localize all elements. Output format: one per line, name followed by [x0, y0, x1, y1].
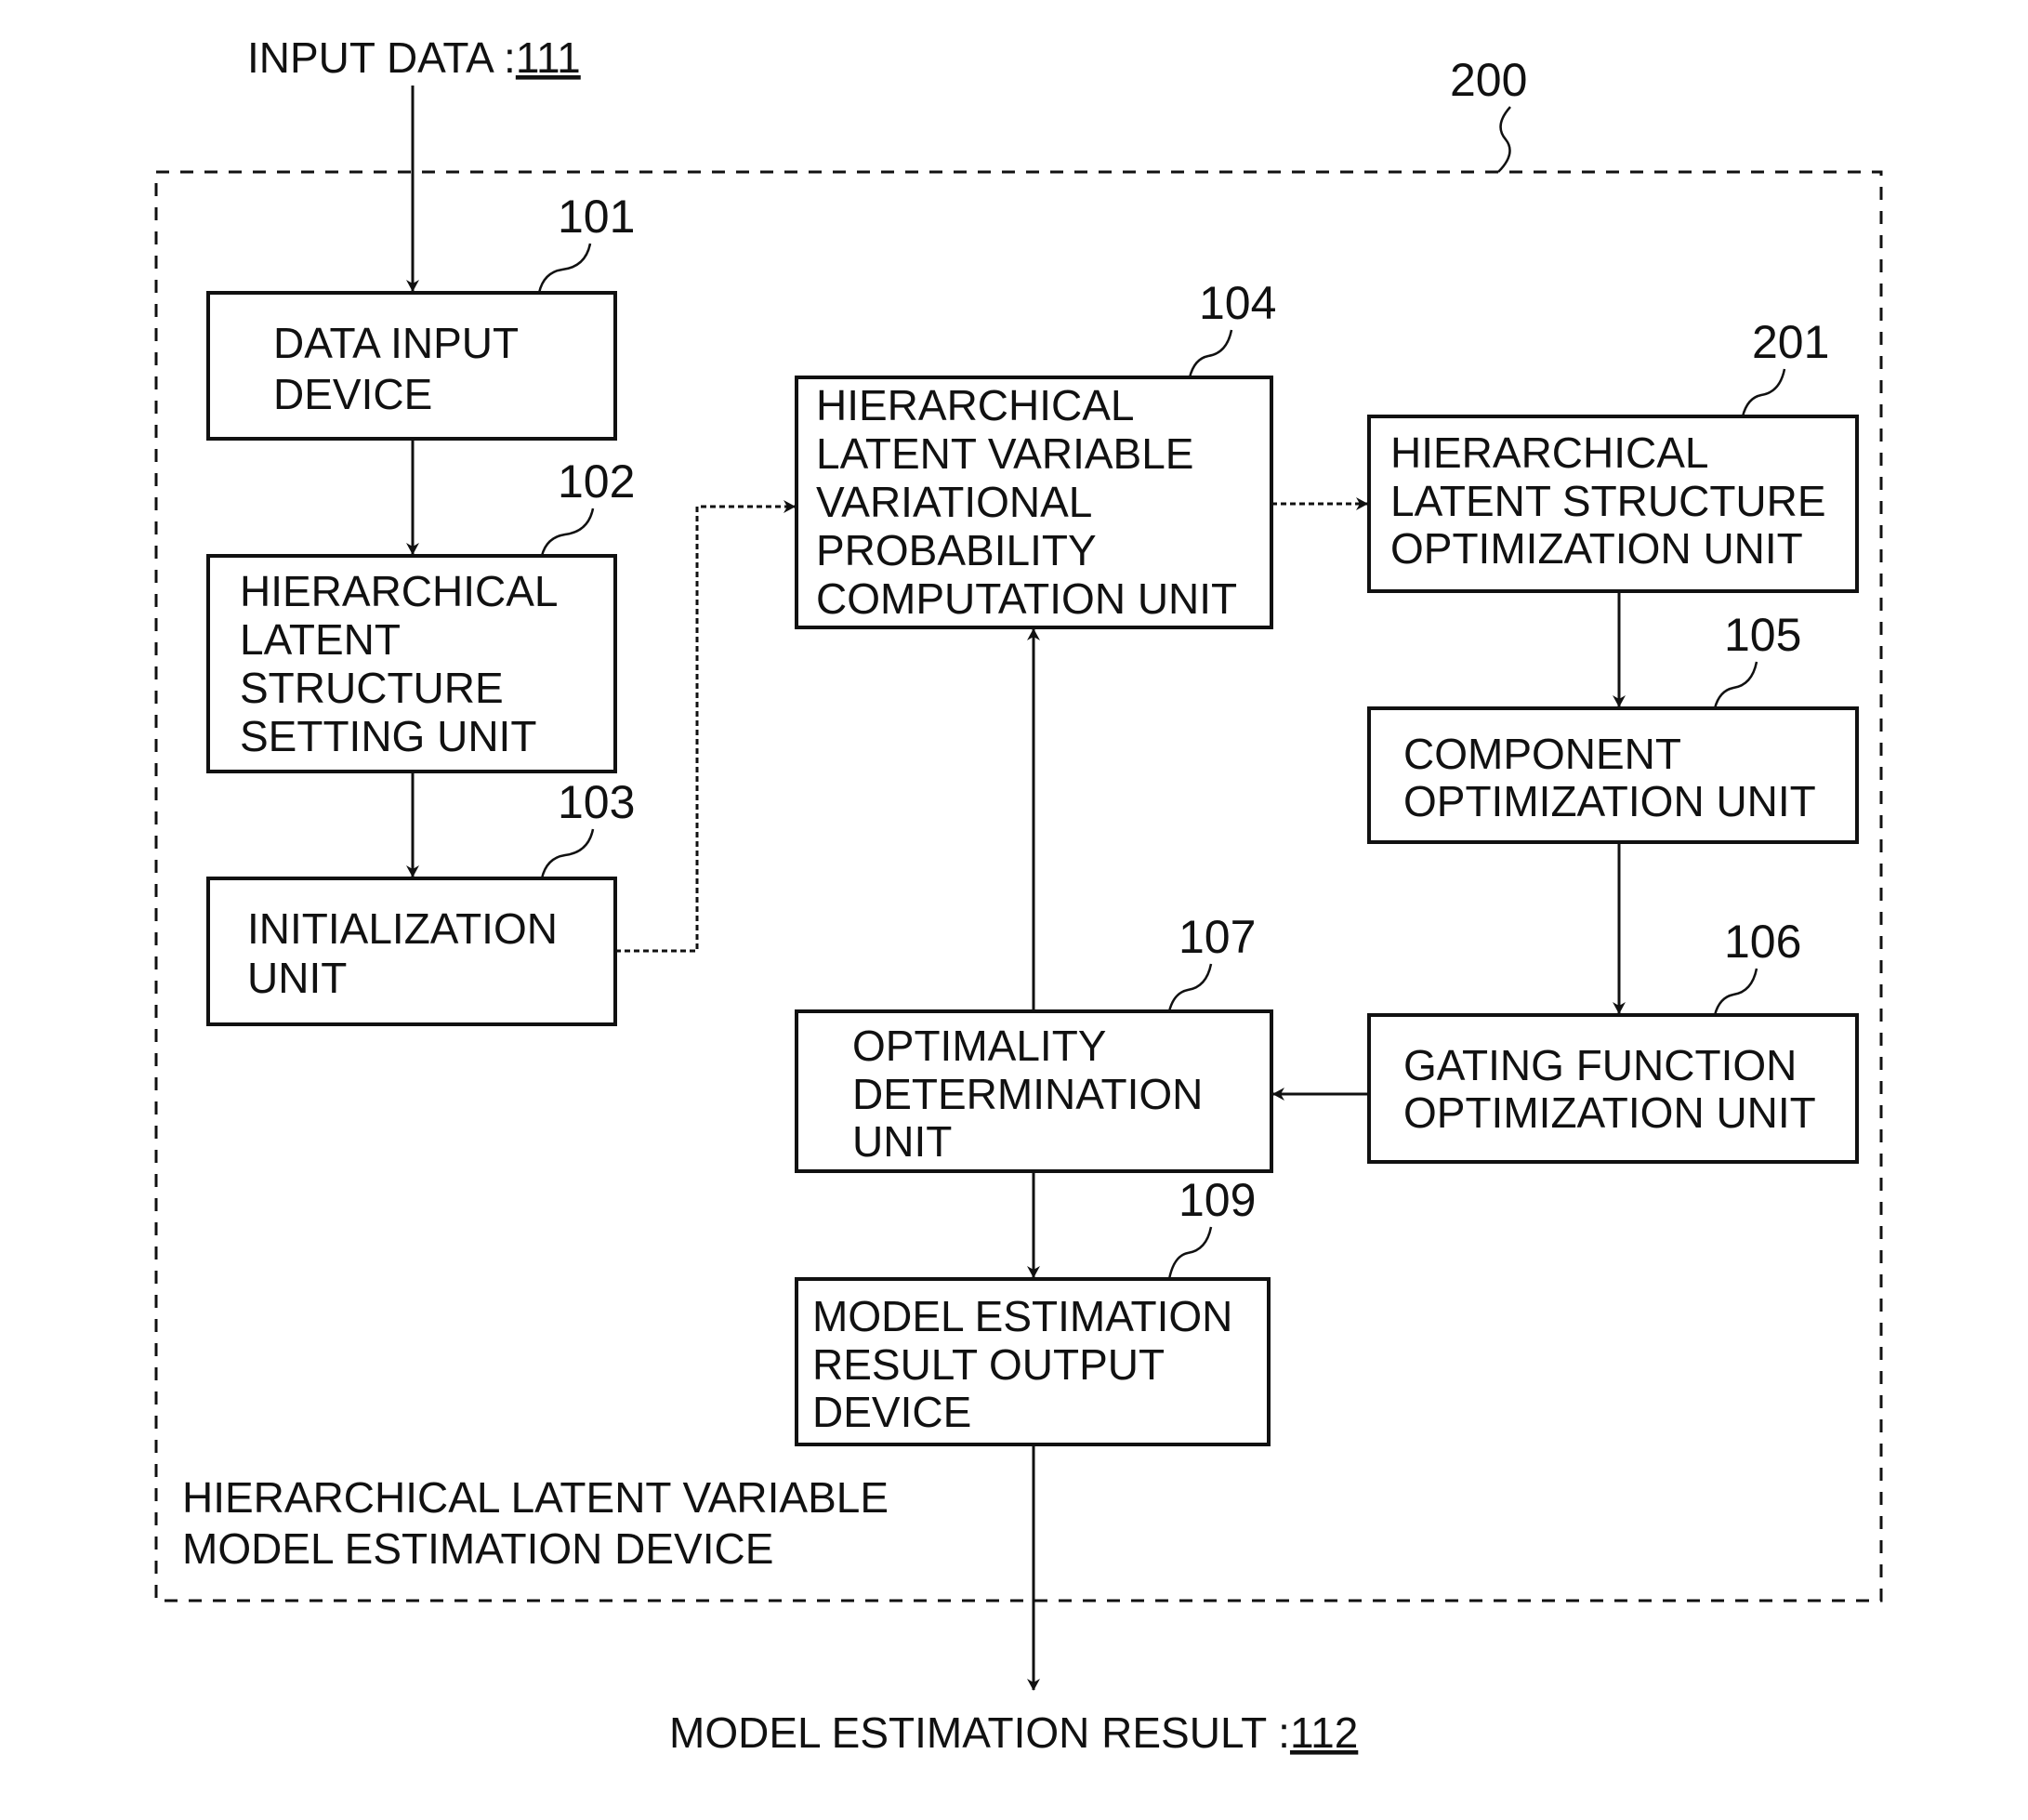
svg-text:HIERARCHICAL: HIERARCHICAL — [816, 381, 1135, 429]
input-ref: 111 — [516, 33, 581, 82]
leader-201 — [1741, 368, 1786, 417]
block-component-optimization-unit: COMPONENT OPTIMIZATION UNIT — [1367, 706, 1859, 844]
svg-text:MODEL ESTIMATION: MODEL ESTIMATION — [812, 1292, 1232, 1340]
input-data-label: INPUT DATA :111 — [247, 33, 581, 82]
svg-text:INITIALIZATION: INITIALIZATION — [247, 904, 558, 953]
leader-109 — [1167, 1226, 1213, 1280]
ref-103: 103 — [558, 776, 635, 828]
svg-text:OPTIMALITY: OPTIMALITY — [852, 1022, 1106, 1070]
ref-201: 201 — [1752, 316, 1829, 368]
ref-109: 109 — [1179, 1174, 1256, 1226]
svg-text:HIERARCHICAL: HIERARCHICAL — [1390, 429, 1709, 477]
block-initialization-unit: INITIALIZATION UNIT — [206, 877, 617, 1026]
ref-200: 200 — [1450, 54, 1527, 106]
svg-text:SETTING UNIT: SETTING UNIT — [240, 712, 536, 760]
svg-text:HIERARCHICAL: HIERARCHICAL — [240, 567, 559, 615]
output-label: MODEL ESTIMATION RESULT :112 — [669, 1708, 1358, 1757]
svg-text:RESULT OUTPUT: RESULT OUTPUT — [812, 1340, 1165, 1389]
leader-200 — [1497, 106, 1511, 173]
block-hierarchical-latent-structure-optimization-unit: HIERARCHICAL LATENT STRUCTURE OPTIMIZATI… — [1367, 415, 1859, 593]
svg-text:STRUCTURE: STRUCTURE — [240, 664, 504, 712]
leader-106 — [1713, 968, 1758, 1016]
block-variational-probability-computation-unit: HIERARCHICAL LATENT VARIABLE VARIATIONAL… — [795, 376, 1273, 629]
block-data-input-device: DATA INPUT DEVICE — [206, 291, 617, 441]
svg-text:GATING FUNCTION: GATING FUNCTION — [1403, 1041, 1797, 1089]
svg-text:DEVICE: DEVICE — [273, 370, 432, 418]
svg-text:DETERMINATION: DETERMINATION — [852, 1070, 1203, 1118]
svg-text:OPTIMIZATION UNIT: OPTIMIZATION UNIT — [1390, 524, 1803, 573]
svg-text:DATA INPUT: DATA INPUT — [273, 319, 519, 367]
leader-103 — [540, 828, 595, 879]
svg-text:LATENT VARIABLE: LATENT VARIABLE — [816, 429, 1193, 478]
svg-text:DEVICE: DEVICE — [812, 1388, 971, 1436]
device-label-line-1: HIERARCHICAL LATENT VARIABLE — [182, 1473, 889, 1522]
ref-101: 101 — [558, 191, 635, 243]
arrow-103-to-104 — [615, 500, 796, 953]
ref-107: 107 — [1179, 911, 1256, 963]
block-optimality-determination-unit: OPTIMALITY DETERMINATION UNIT — [795, 1009, 1273, 1173]
ref-102: 102 — [558, 455, 635, 508]
svg-text:COMPUTATION UNIT: COMPUTATION UNIT — [816, 574, 1237, 623]
svg-text:UNIT: UNIT — [852, 1117, 952, 1166]
svg-text:LATENT STRUCTURE: LATENT STRUCTURE — [1390, 477, 1826, 525]
svg-text:PROBABILITY: PROBABILITY — [816, 526, 1097, 574]
svg-text:OPTIMIZATION UNIT: OPTIMIZATION UNIT — [1403, 1088, 1816, 1137]
block-model-estimation-result-output-device: MODEL ESTIMATION RESULT OUTPUT DEVICE — [795, 1277, 1271, 1446]
leader-101 — [537, 243, 592, 294]
svg-text:OPTIMIZATION UNIT: OPTIMIZATION UNIT — [1403, 777, 1816, 825]
ref-105: 105 — [1724, 609, 1801, 661]
block-diagram: 200 INPUT DATA :111 DATA INPUT DEVICE 10… — [154, 33, 1883, 1757]
leader-107 — [1167, 963, 1213, 1012]
ref-104: 104 — [1199, 277, 1276, 329]
svg-text:VARIATIONAL: VARIATIONAL — [816, 478, 1092, 526]
leader-105 — [1713, 661, 1758, 709]
ref-106: 106 — [1724, 916, 1801, 968]
svg-text:LATENT: LATENT — [240, 615, 401, 664]
leader-104 — [1188, 329, 1233, 378]
output-ref: 112 — [1290, 1708, 1358, 1757]
block-hierarchical-latent-structure-setting-unit: HIERARCHICAL LATENT STRUCTURE SETTING UN… — [206, 554, 617, 773]
device-label-line-2: MODEL ESTIMATION DEVICE — [182, 1524, 773, 1573]
block-gating-function-optimization-unit: GATING FUNCTION OPTIMIZATION UNIT — [1367, 1013, 1859, 1164]
svg-text:COMPONENT: COMPONENT — [1403, 730, 1681, 778]
svg-text:UNIT: UNIT — [247, 954, 347, 1002]
leader-102 — [540, 508, 595, 557]
